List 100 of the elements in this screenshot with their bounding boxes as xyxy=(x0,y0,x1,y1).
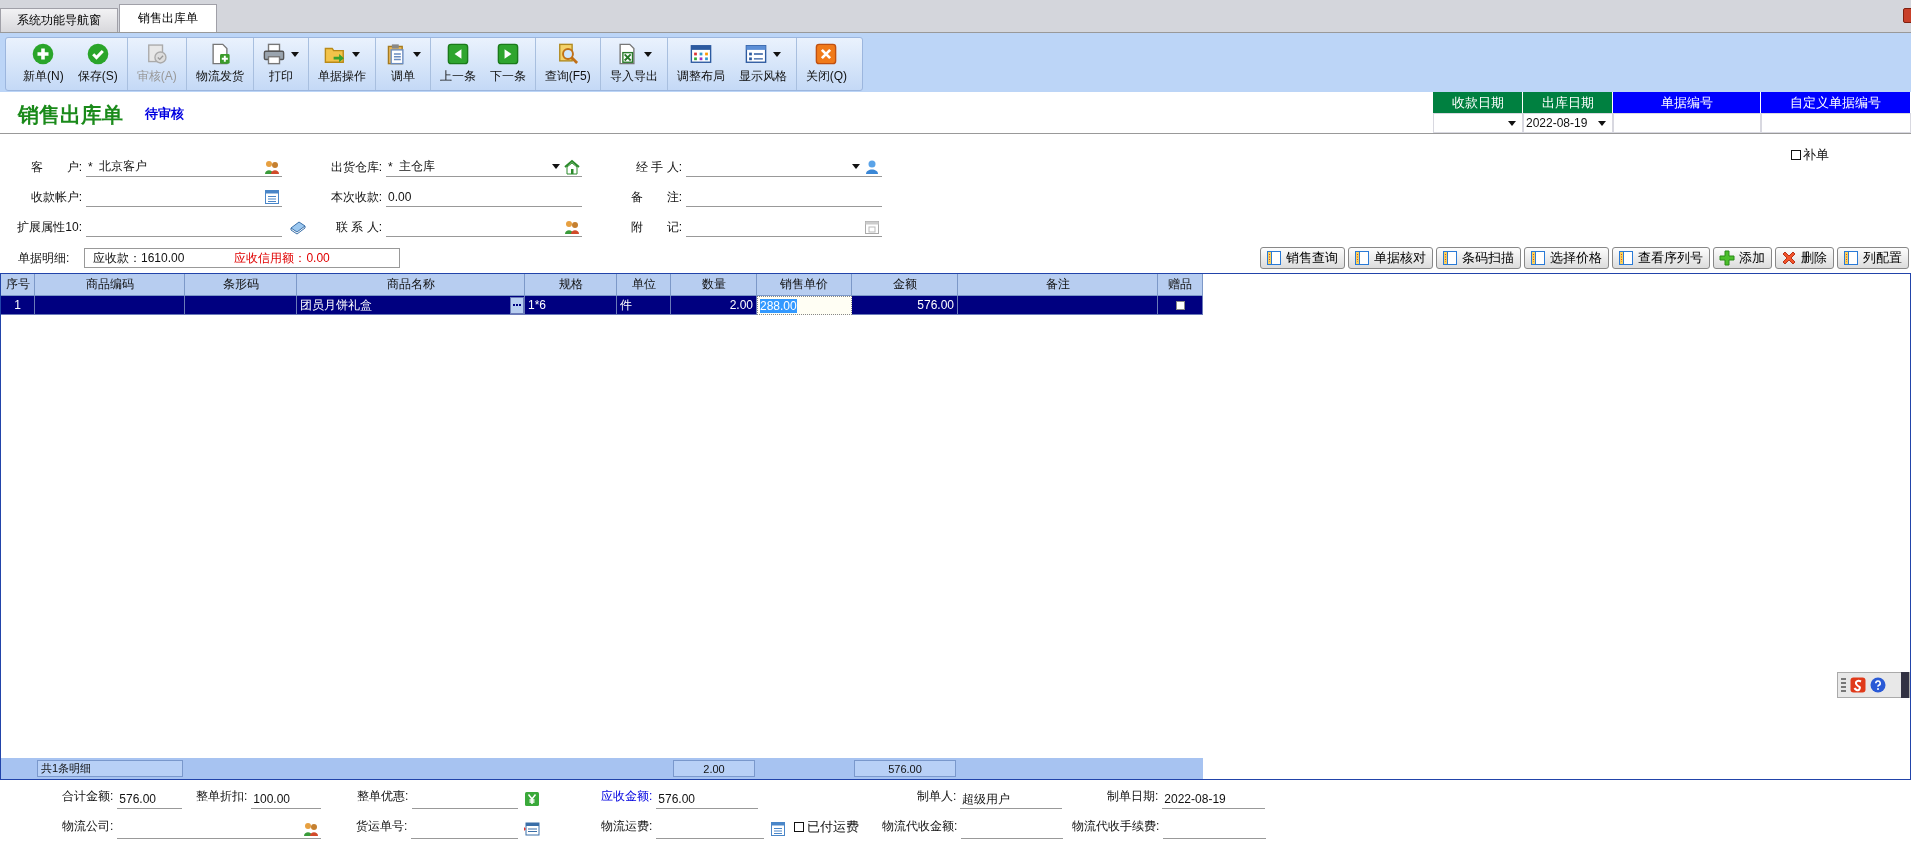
field-label: 经 手 人: xyxy=(635,158,682,176)
panel-edge xyxy=(1901,672,1909,698)
toolbar-button[interactable]: 下一条 xyxy=(482,38,533,90)
field-label: 物流运费: xyxy=(601,818,653,835)
input-field[interactable]: 100.00 xyxy=(251,790,321,809)
gift-checkbox[interactable] xyxy=(1175,300,1185,310)
form-icon xyxy=(524,821,540,837)
header-field[interactable] xyxy=(1613,113,1761,133)
plus-icon xyxy=(32,43,55,65)
next-icon xyxy=(496,43,519,65)
input-field[interactable]: 2022-08-19 xyxy=(1162,790,1265,809)
field-label: 合计金额: xyxy=(62,788,114,805)
document-check-icon xyxy=(145,43,168,65)
total-amount: 576.00 xyxy=(854,760,956,777)
toolbar-button[interactable]: 保存(S) xyxy=(70,38,125,90)
field-label: 客 户: xyxy=(29,158,82,176)
currency-icon xyxy=(524,791,540,807)
calendar-icon xyxy=(864,218,880,235)
tab[interactable]: 销售出库单 xyxy=(119,4,217,32)
field-label: 制单日期: xyxy=(1107,788,1159,805)
action-button[interactable]: 销售查询 xyxy=(1260,247,1345,269)
panel-icon xyxy=(1354,250,1370,266)
input-field[interactable]: 超级用户 xyxy=(960,790,1062,809)
input-field[interactable]: 0.00 xyxy=(386,187,582,207)
toolbar-button[interactable]: 调单 xyxy=(377,38,428,90)
table-cell: 576.00 xyxy=(852,296,958,315)
toolbar-button[interactable]: 调整布局 xyxy=(669,38,732,90)
panel-icon xyxy=(1843,250,1859,266)
toolbar-button[interactable]: 关闭(Q) xyxy=(798,38,854,90)
action-button[interactable]: 添加 xyxy=(1713,247,1772,269)
action-button[interactable]: 选择价格 xyxy=(1524,247,1609,269)
printer-icon xyxy=(262,43,285,65)
ellipsis-button[interactable] xyxy=(510,296,524,314)
field-label: 物流公司: xyxy=(62,818,114,835)
toolbar-button[interactable]: 上一条 xyxy=(432,38,483,90)
caret-icon xyxy=(643,51,652,57)
field-label: 本次收款: xyxy=(329,188,382,206)
panel-icon xyxy=(1530,250,1546,266)
input-field[interactable] xyxy=(86,187,282,207)
field-label: 物流代收金额: xyxy=(882,818,958,835)
dropdown-icon xyxy=(1598,120,1606,126)
logo-icon xyxy=(1850,677,1866,693)
person-icon xyxy=(864,158,880,175)
input-field[interactable]: 576.00 xyxy=(117,790,182,809)
book-icon xyxy=(290,219,306,235)
header-field[interactable] xyxy=(1761,113,1911,133)
panel-icon xyxy=(1618,250,1634,266)
toolbar-button[interactable]: 单据操作 xyxy=(310,38,373,90)
toolbar-button[interactable]: 导入导出 xyxy=(602,38,665,90)
dropdown-icon xyxy=(552,164,560,169)
action-button[interactable]: 列配置 xyxy=(1837,247,1909,269)
table-cell: 1*6 xyxy=(525,296,617,315)
tab[interactable]: 系统功能导航窗 xyxy=(0,8,118,32)
close-icon xyxy=(815,43,838,65)
toolbar-button[interactable]: 查询(F5) xyxy=(537,38,598,90)
action-button[interactable]: 查看序列号 xyxy=(1612,247,1710,269)
total-quantity: 2.00 xyxy=(673,760,755,777)
field-label: 整单优惠: xyxy=(357,788,409,805)
header-field[interactable]: 2022-08-19 xyxy=(1523,113,1613,133)
column-header: 收款日期 xyxy=(1433,92,1523,113)
table-row[interactable]: 1 团员月饼礼盒 1*6 件 2.00 288.00 576.00 xyxy=(1,296,1203,315)
row-count: 共1条明细 xyxy=(37,760,183,777)
input-field[interactable]: * 北京客户 xyxy=(86,157,282,177)
header-field[interactable] xyxy=(1433,113,1523,133)
credit-text: 应收信用额：0.00 xyxy=(234,249,330,267)
action-button[interactable]: 单据核对 xyxy=(1348,247,1433,269)
toolbar-button[interactable]: 显示风格 xyxy=(731,38,794,90)
people-icon xyxy=(564,218,580,235)
input-field[interactable] xyxy=(117,820,321,839)
input-field[interactable]: * 主仓库 xyxy=(386,157,582,177)
help-icon xyxy=(1870,677,1886,693)
toolbar-button[interactable]: 新单(N) xyxy=(16,38,71,90)
field-label: 物流代收手续费: xyxy=(1072,818,1160,835)
supplement-checkbox[interactable]: 补单 xyxy=(1791,146,1829,164)
toolbar-button[interactable]: 打印 xyxy=(255,38,306,90)
action-button[interactable]: 删除 xyxy=(1775,247,1834,269)
table-cell: 团员月饼礼盒 xyxy=(300,296,372,314)
receivable-text: 应收款：1610.00 xyxy=(93,249,185,267)
caret-icon xyxy=(772,51,781,57)
action-button[interactable]: 条码扫描 xyxy=(1436,247,1521,269)
table-cell: 件 xyxy=(617,296,671,315)
check-icon xyxy=(86,43,109,65)
section-label: 单据明细: xyxy=(18,249,71,267)
grid-layout-icon xyxy=(689,43,712,65)
delete-icon xyxy=(1781,250,1797,266)
caret-icon xyxy=(412,51,421,57)
field-label: 附 记: xyxy=(629,218,682,236)
caret-icon xyxy=(351,51,360,57)
field-label: 货运单号: xyxy=(356,818,408,835)
field-label: 应收金额: xyxy=(601,788,653,805)
status-label: 待审核 xyxy=(144,105,184,123)
panel-icon xyxy=(1442,250,1458,266)
input-field[interactable]: 576.00 xyxy=(656,790,758,809)
house-icon xyxy=(564,158,580,175)
paid-checkbox[interactable]: 已付运费 xyxy=(794,818,874,839)
document-title: 销售出库单 xyxy=(16,102,123,128)
toolbar-button[interactable]: 物流发货 xyxy=(188,38,251,90)
field-label: 扩展属性10: xyxy=(16,218,82,236)
plus-icon xyxy=(1719,250,1735,266)
dropdown-icon xyxy=(1508,120,1516,126)
